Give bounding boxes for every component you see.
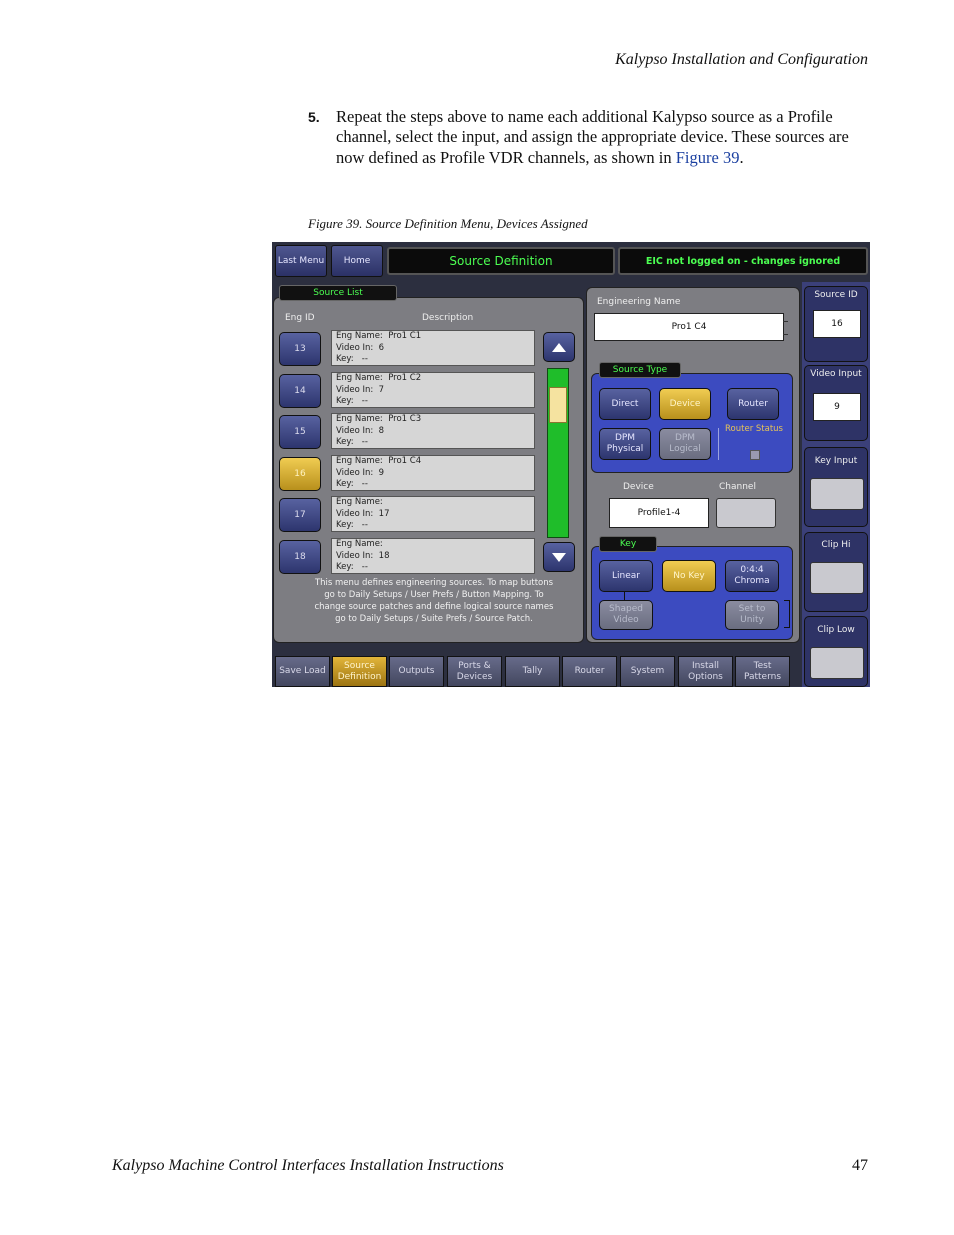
engineering-name-label: Engineering Name <box>597 297 681 307</box>
tab-system[interactable]: System <box>620 656 675 687</box>
footer-title: Kalypso Machine Control Interfaces Insta… <box>112 1157 504 1174</box>
source-type-label: Source Type <box>599 362 681 378</box>
scroll-up-button[interactable] <box>543 332 575 362</box>
step-5: 5. Repeat the steps above to name each a… <box>308 107 868 168</box>
source-row-line2: Video In: 8 <box>336 425 385 436</box>
channel-field[interactable] <box>716 498 776 528</box>
source-row-line3: Key: -- <box>336 396 368 406</box>
source-id-field[interactable]: 16 <box>813 310 861 338</box>
dpm-logical-button[interactable]: DPM Logical <box>659 428 711 460</box>
engineering-name-field[interactable]: Pro1 C4 <box>594 313 784 341</box>
linear-button[interactable]: Linear <box>599 560 653 592</box>
source-row-line1: Eng Name: Pro1 C4 <box>336 456 422 466</box>
video-input-field[interactable]: 9 <box>813 393 861 421</box>
no-key-button[interactable]: No Key <box>662 560 716 592</box>
source-row-line1: Eng Name: <box>336 497 383 507</box>
source-row[interactable]: Eng Name: Pro1 C1 Video In: 6 Key: -- <box>331 330 535 366</box>
step-text: Repeat the steps above to name each addi… <box>336 107 868 168</box>
running-header: Kalypso Installation and Configuration <box>615 51 868 68</box>
video-input-label: Video Input <box>810 369 862 379</box>
clip-low-label: Clip Low <box>817 625 855 635</box>
source-row[interactable]: Eng Name: Pro1 C2 Video In: 7 Key: -- <box>331 372 535 408</box>
tab-source-definition[interactable]: Source Definition <box>332 656 387 687</box>
name-field-bracket <box>783 321 788 335</box>
figure-link[interactable]: Figure 39 <box>676 148 740 167</box>
arrow-up-icon <box>552 342 566 352</box>
description-header: Description <box>422 313 474 323</box>
source-row[interactable]: Eng Name: Video In: 18 Key: -- <box>331 538 535 574</box>
menu-title: Source Definition <box>387 247 615 275</box>
source-row-line2: Video In: 18 <box>336 550 390 561</box>
eng-id-button[interactable]: 18 <box>279 540 321 574</box>
source-list-label: Source List <box>279 285 397 301</box>
source-id-label: Source ID <box>814 290 858 300</box>
help-text: This menu defines engineering sources. T… <box>314 578 554 624</box>
source-row-line2: Video In: 17 <box>336 508 390 519</box>
tab-install-options[interactable]: Install Options <box>678 656 733 687</box>
scroll-down-button[interactable] <box>543 542 575 572</box>
dpm-physical-button[interactable]: DPM Physical <box>599 428 651 460</box>
step-number: 5. <box>308 109 320 125</box>
page-number: 47 <box>852 1157 868 1174</box>
source-row-line3: Key: -- <box>336 354 368 364</box>
set-to-unity-button[interactable]: Set to Unity <box>725 600 779 630</box>
chroma-button[interactable]: 0:4:4 Chroma <box>725 560 779 592</box>
source-row-line3: Key: -- <box>336 479 368 489</box>
key-input-field[interactable] <box>810 478 864 510</box>
connector-line <box>624 592 625 600</box>
key-input-label: Key Input <box>814 456 858 466</box>
step-body: Repeat the steps above to name each addi… <box>336 107 849 167</box>
figure-caption: Figure 39. Source Definition Menu, Devic… <box>308 216 588 231</box>
eng-id-button[interactable]: 15 <box>279 415 321 449</box>
eng-id-button[interactable]: 14 <box>279 374 321 408</box>
source-row-line1: Eng Name: Pro1 C1 <box>336 331 422 341</box>
source-row-line2: Video In: 6 <box>336 342 385 353</box>
home-button[interactable]: Home <box>331 245 383 277</box>
device-field[interactable]: Profile1-4 <box>609 498 709 528</box>
status-message: EIC not logged on - changes ignored <box>618 247 868 275</box>
direct-button[interactable]: Direct <box>599 388 651 420</box>
step-end: . <box>739 147 744 167</box>
tab-ports-devices[interactable]: Ports & Devices <box>447 656 502 687</box>
source-row-line3: Key: -- <box>336 520 368 530</box>
source-row[interactable]: Eng Name: Pro1 C4 Video In: 9 Key: -- <box>331 455 535 491</box>
source-row-line2: Video In: 7 <box>336 384 385 395</box>
eng-id-button[interactable]: 16 <box>279 457 321 491</box>
shaped-video-button[interactable]: Shaped Video <box>599 600 653 630</box>
eng-id-button[interactable]: 17 <box>279 498 321 532</box>
key-label: Key <box>599 536 657 552</box>
router-status-label: Router Status <box>725 424 783 434</box>
clip-hi-field[interactable] <box>810 562 864 594</box>
tab-save-load[interactable]: Save Load <box>275 656 330 687</box>
router-button[interactable]: Router <box>727 388 779 420</box>
source-row-line3: Key: -- <box>336 562 368 572</box>
tab-router[interactable]: Router <box>562 656 617 687</box>
source-row-line1: Eng Name: <box>336 539 383 549</box>
tab-test-patterns[interactable]: Test Patterns <box>735 656 790 687</box>
channel-label: Channel <box>719 482 756 492</box>
unity-bracket <box>784 600 790 628</box>
scrollbar-thumb[interactable] <box>549 387 567 423</box>
clip-low-field[interactable] <box>810 647 864 679</box>
clip-hi-label: Clip Hi <box>821 540 851 550</box>
last-menu-button[interactable]: Last Menu <box>275 245 327 277</box>
eng-id-button[interactable]: 13 <box>279 332 321 366</box>
source-row[interactable]: Eng Name: Video In: 17 Key: -- <box>331 496 535 532</box>
divider <box>718 428 719 460</box>
source-row-line1: Eng Name: Pro1 C2 <box>336 373 422 383</box>
router-status-indicator <box>750 450 760 460</box>
source-row-line3: Key: -- <box>336 437 368 447</box>
source-row[interactable]: Eng Name: Pro1 C3 Video In: 8 Key: -- <box>331 413 535 449</box>
eng-id-header: Eng ID <box>285 313 315 323</box>
source-definition-screenshot: Last Menu Home Source Definition EIC not… <box>272 242 870 687</box>
source-row-line2: Video In: 9 <box>336 467 385 478</box>
tab-tally[interactable]: Tally <box>505 656 560 687</box>
arrow-down-icon <box>552 552 566 562</box>
scrollbar-track[interactable] <box>547 368 569 538</box>
device-label: Device <box>623 482 654 492</box>
device-button[interactable]: Device <box>659 388 711 420</box>
source-row-line1: Eng Name: Pro1 C3 <box>336 414 422 424</box>
tab-outputs[interactable]: Outputs <box>389 656 444 687</box>
